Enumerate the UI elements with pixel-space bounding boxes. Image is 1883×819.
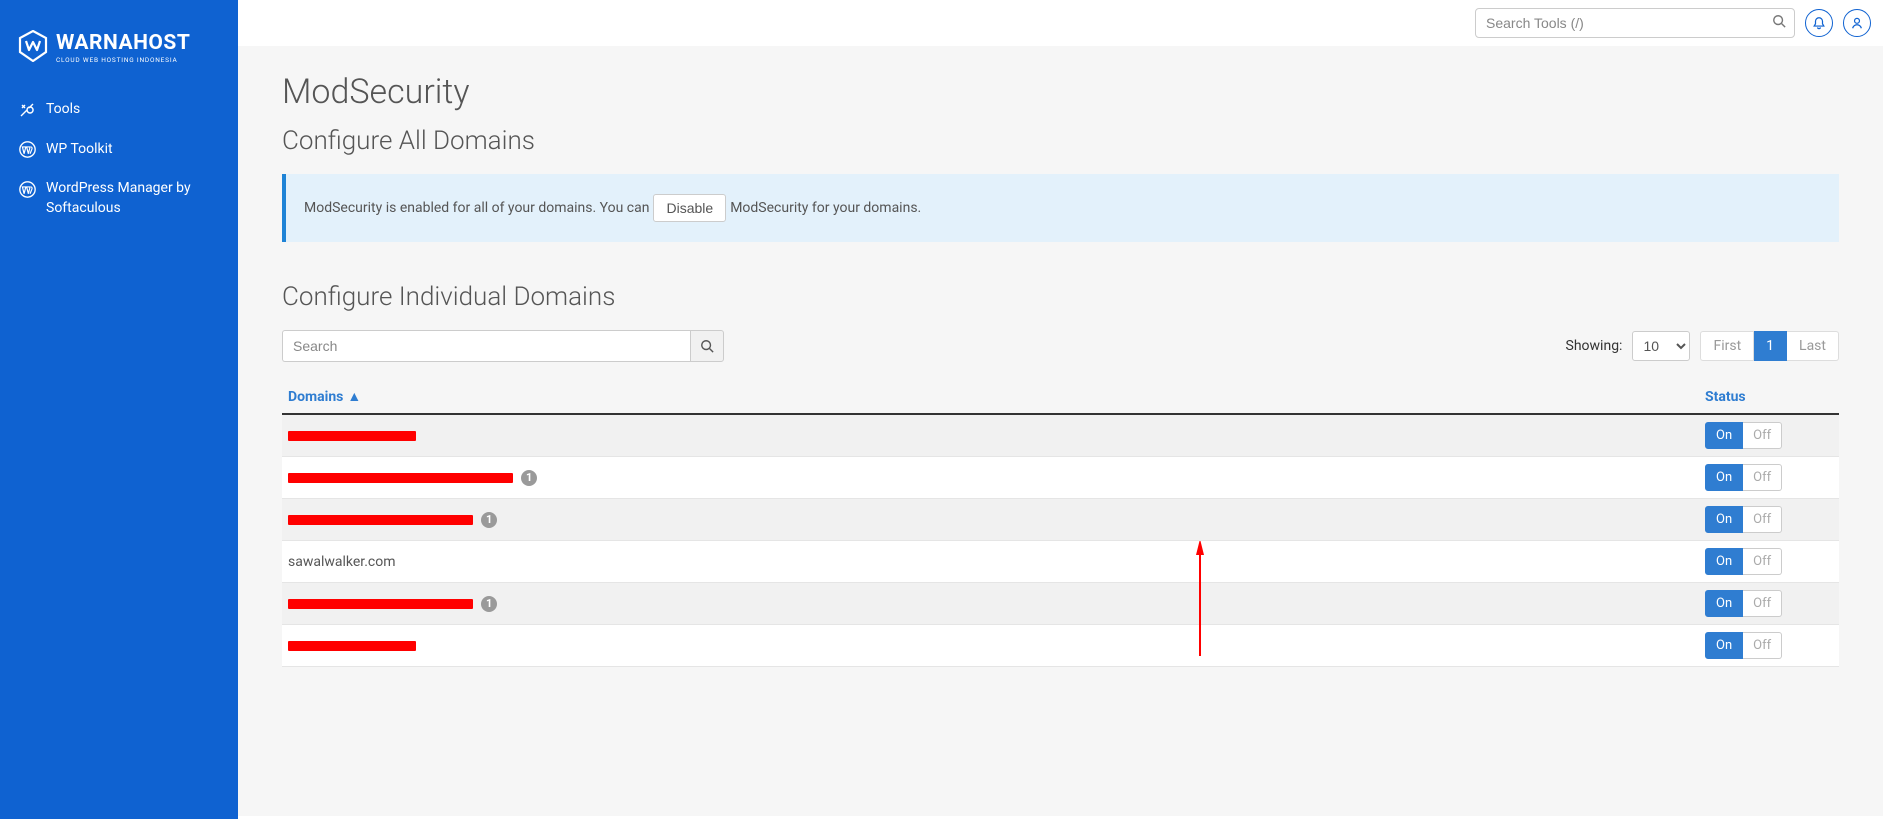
domain-cell: sawalwalker.com	[288, 554, 1693, 570]
redacted-domain	[288, 599, 473, 609]
user-icon	[1850, 16, 1864, 30]
domain-badge: 1	[481, 512, 497, 528]
page-title: ModSecurity	[282, 72, 1839, 112]
domain-name: sawalwalker.com	[288, 554, 396, 570]
toggle-off[interactable]: Off	[1743, 590, 1782, 617]
wordpress-icon	[18, 141, 36, 159]
domain-cell: 1	[288, 596, 1693, 612]
toggle-off[interactable]: Off	[1743, 422, 1782, 449]
brand-tagline: CLOUD WEB HOSTING INDONESIA	[56, 57, 190, 64]
wordpress-icon	[18, 180, 36, 198]
topbar	[238, 0, 1883, 46]
sidebar-item-tools[interactable]: Tools	[0, 90, 238, 130]
table-row: 1 OnOff	[282, 499, 1839, 541]
pager: Showing: 102550100 First 1 Last	[1566, 331, 1839, 361]
sidebar-item-label: WP Toolkit	[46, 140, 113, 160]
page-first-button[interactable]: First	[1700, 331, 1754, 361]
toggle-off[interactable]: Off	[1743, 464, 1782, 491]
brand-name: WARNAHOST	[56, 33, 190, 54]
brand-logo: WARNAHOST CLOUD WEB HOSTING INDONESIA	[0, 20, 238, 90]
table-row: 1 OnOff	[282, 457, 1839, 499]
domain-badge: 1	[521, 470, 537, 486]
table-row: sawalwalker.com OnOff	[282, 541, 1839, 583]
sidebar-item-wp-manager[interactable]: WordPress Manager by Softaculous	[0, 169, 238, 228]
domain-cell	[288, 641, 1693, 651]
table-row: 1 OnOff	[282, 583, 1839, 625]
toggle-on[interactable]: On	[1705, 464, 1743, 491]
search-icon[interactable]	[1772, 14, 1786, 32]
status-toggle[interactable]: OnOff	[1705, 548, 1782, 575]
status-toggle[interactable]: OnOff	[1705, 422, 1782, 449]
disable-all-button[interactable]: Disable	[653, 194, 726, 222]
main: ModSecurity Configure All Domains ModSec…	[238, 0, 1883, 819]
table-tools-row: Showing: 102550100 First 1 Last	[282, 330, 1839, 362]
content: ModSecurity Configure All Domains ModSec…	[238, 46, 1883, 816]
bell-icon	[1812, 16, 1826, 30]
callout-text-before: ModSecurity is enabled for all of your d…	[304, 200, 649, 216]
domain-search-group	[282, 330, 724, 362]
status-toggle[interactable]: OnOff	[1705, 506, 1782, 533]
domain-badge: 1	[481, 596, 497, 612]
table-row: OnOff	[282, 625, 1839, 667]
page-buttons: First 1 Last	[1700, 331, 1839, 361]
status-toggle[interactable]: OnOff	[1705, 464, 1782, 491]
toggle-on[interactable]: On	[1705, 632, 1743, 659]
domain-cell	[288, 431, 1693, 441]
showing-label: Showing:	[1566, 338, 1623, 354]
sidebar-item-label: WordPress Manager by Softaculous	[46, 179, 220, 218]
tools-icon	[18, 101, 36, 119]
callout-all-domains: ModSecurity is enabled for all of your d…	[282, 174, 1839, 242]
domain-search-input[interactable]	[282, 330, 690, 362]
toggle-on[interactable]: On	[1705, 590, 1743, 617]
toggle-off[interactable]: Off	[1743, 506, 1782, 533]
page-last-button[interactable]: Last	[1787, 331, 1839, 361]
domain-search-button[interactable]	[690, 330, 724, 362]
page-number-button[interactable]: 1	[1754, 331, 1787, 361]
toggle-on[interactable]: On	[1705, 422, 1743, 449]
domains-table: Domains▲ Status OnOff1OnOff1OnOffsawalwa…	[282, 380, 1839, 667]
section-configure-all: Configure All Domains	[282, 126, 1839, 156]
search-tools-input[interactable]	[1475, 8, 1795, 38]
domain-cell: 1	[288, 512, 1693, 528]
sort-asc-icon: ▲	[347, 389, 361, 405]
th-domains[interactable]: Domains▲	[282, 380, 1699, 414]
toggle-off[interactable]: Off	[1743, 632, 1782, 659]
toggle-off[interactable]: Off	[1743, 548, 1782, 575]
account-button[interactable]	[1843, 9, 1871, 37]
section-configure-individual: Configure Individual Domains	[282, 282, 1839, 312]
sidebar-item-wp-toolkit[interactable]: WP Toolkit	[0, 130, 238, 170]
th-domains-label: Domains	[288, 389, 343, 405]
status-toggle[interactable]: OnOff	[1705, 632, 1782, 659]
page-size-select[interactable]: 102550100	[1632, 331, 1690, 361]
domain-cell: 1	[288, 470, 1693, 486]
sidebar: WARNAHOST CLOUD WEB HOSTING INDONESIA To…	[0, 0, 238, 819]
redacted-domain	[288, 515, 473, 525]
callout-text-after: ModSecurity for your domains.	[730, 200, 921, 216]
sidebar-item-label: Tools	[46, 100, 80, 120]
brand-icon	[18, 30, 48, 66]
redacted-domain	[288, 473, 513, 483]
table-row: OnOff	[282, 414, 1839, 457]
toggle-on[interactable]: On	[1705, 506, 1743, 533]
notifications-button[interactable]	[1805, 9, 1833, 37]
search-icon	[700, 339, 714, 353]
search-tools-wrap	[1475, 8, 1795, 38]
th-status[interactable]: Status	[1699, 380, 1839, 414]
redacted-domain	[288, 431, 416, 441]
redacted-domain	[288, 641, 416, 651]
toggle-on[interactable]: On	[1705, 548, 1743, 575]
status-toggle[interactable]: OnOff	[1705, 590, 1782, 617]
